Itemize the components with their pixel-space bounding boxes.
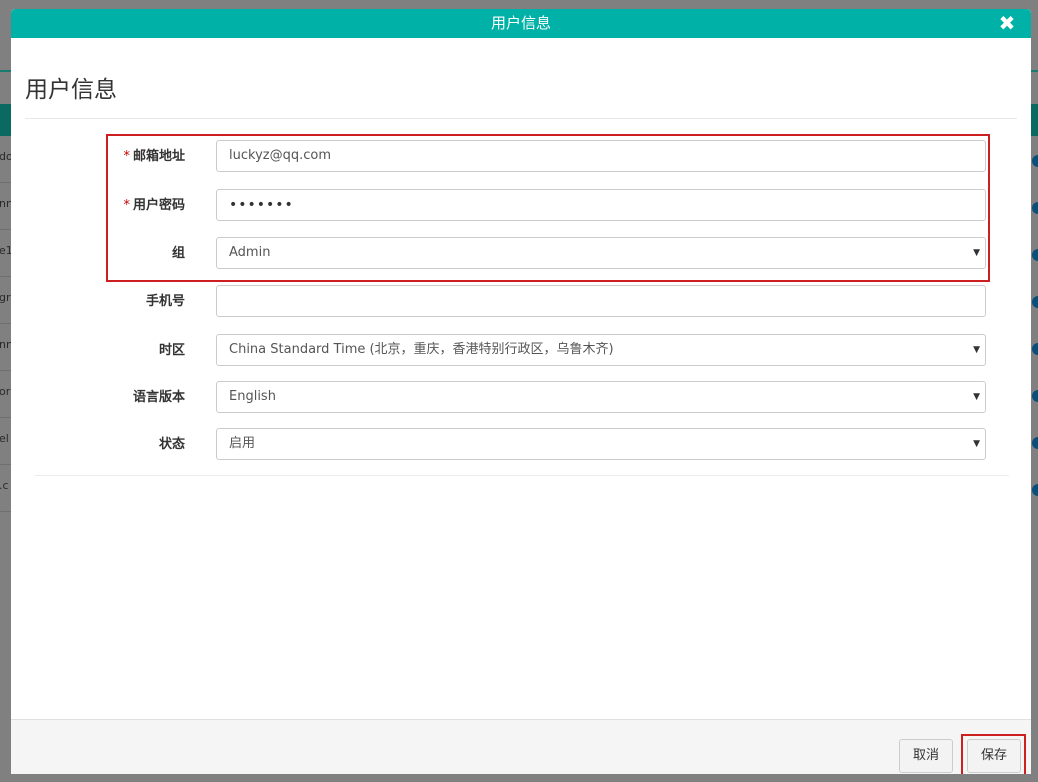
password-label: * 用户密码 [123,189,185,223]
background-toggle-icon [1032,155,1038,167]
phone-row: 手机号 [11,285,1031,319]
status-label: 状态 [158,437,185,452]
password-field[interactable]: ••••••• [216,189,986,221]
required-mark: * [123,149,130,164]
email-label: * 邮箱地址 [123,140,185,174]
email-value: luckyz@qq.com [229,148,331,163]
group-label: 组 [171,246,185,261]
email-field[interactable]: luckyz@qq.com [216,140,986,172]
email-row: * 邮箱地址 luckyz@qq.com [11,140,1031,174]
email-label-text: 邮箱地址 [132,149,185,164]
background-row-text: gr [0,291,11,304]
password-value: ••••••• [229,197,294,213]
close-icon[interactable]: ✖ [997,13,1017,33]
language-label: 语言版本 [132,390,185,405]
background-row-text: e1 [0,244,11,257]
language-value: English [229,389,276,404]
group-row: 组 Admin ▼ [11,237,1031,271]
form-divider [35,475,1009,476]
timezone-row: 时区 China Standard Time (北京，重庆，香港特别行政区，乌鲁… [11,334,1031,368]
background-row-text: nn [0,197,11,210]
phone-field[interactable] [216,285,986,317]
background-toggle-icon [1032,390,1038,402]
save-button[interactable]: 保存 [967,739,1021,773]
group-select[interactable]: Admin ▼ [216,237,986,269]
modal-title: 用户信息 [490,14,551,32]
page-title: 用户信息 [25,77,117,103]
background-row-text: do [0,150,11,163]
required-mark: * [123,198,130,213]
background-row-text: .c [0,479,9,492]
password-label-text: 用户密码 [132,198,185,213]
background-toggle-icon [1032,249,1038,261]
user-info-modal: 用户信息 ✖ 用户信息 * 邮箱地址 luckyz@qq.com * 用户密码 ••… [11,9,1031,774]
caret-down-icon: ▼ [973,345,980,355]
background-row-text: orp [0,385,11,398]
status-row: 状态 启用 ▼ [11,428,1031,462]
background-toggle-icon [1032,484,1038,496]
background-toggle-icon [1032,296,1038,308]
background-row-text: nn [0,338,11,351]
group-value: Admin [229,245,271,260]
heading-divider [25,118,1017,119]
status-value: 启用 [229,436,256,451]
timezone-value: China Standard Time (北京，重庆，香港特别行政区，乌鲁木齐) [229,342,614,357]
background-toggle-icon [1032,202,1038,214]
modal-footer: 取消 保存 [11,719,1031,774]
language-select[interactable]: English ▼ [216,381,986,413]
modal-titlebar: 用户信息 ✖ [11,9,1031,38]
caret-down-icon: ▼ [973,392,980,402]
status-select[interactable]: 启用 ▼ [216,428,986,460]
background-toggle-icon [1032,437,1038,449]
caret-down-icon: ▼ [973,248,980,258]
phone-label: 手机号 [145,294,185,309]
timezone-label: 时区 [158,343,185,358]
cancel-button[interactable]: 取消 [899,739,953,773]
caret-down-icon: ▼ [973,439,980,449]
timezone-select[interactable]: China Standard Time (北京，重庆，香港特别行政区，乌鲁木齐)… [216,334,986,366]
background-row-text: el [0,432,9,445]
password-row: * 用户密码 ••••••• [11,189,1031,223]
background-toggle-icon [1032,343,1038,355]
language-row: 语言版本 English ▼ [11,381,1031,415]
